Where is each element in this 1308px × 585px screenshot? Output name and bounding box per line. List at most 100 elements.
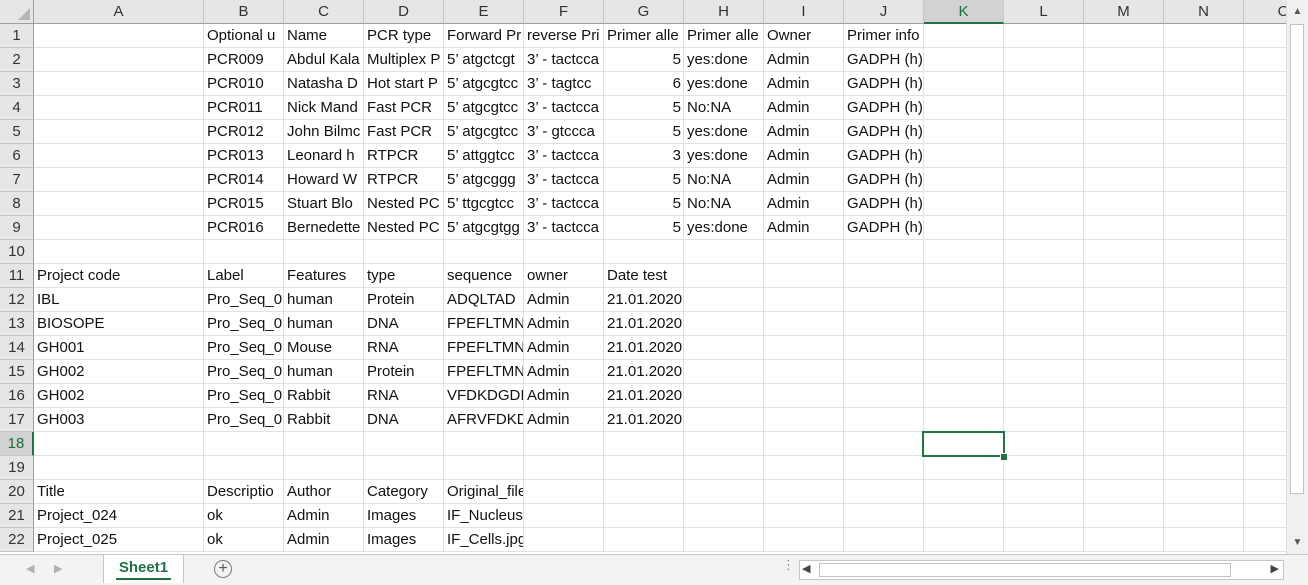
cell-b20[interactable]: Descriptio	[204, 480, 284, 504]
cell-i7[interactable]: Admin	[764, 168, 844, 192]
cell-h2[interactable]: yes:done	[684, 48, 764, 72]
row-header-4[interactable]: 4	[0, 96, 34, 120]
cell-f4[interactable]: 3’ - tactcca	[524, 96, 604, 120]
cell-g9[interactable]: 5	[604, 216, 684, 240]
row-header-1[interactable]: 1	[0, 24, 34, 48]
cell-d16[interactable]: RNA	[364, 384, 444, 408]
cell-e2[interactable]: 5’ atgctcgt	[444, 48, 524, 72]
cell-f7[interactable]: 3’ - tactcca	[524, 168, 604, 192]
cell-b13[interactable]: Pro_Seq_0	[204, 312, 284, 336]
row-header-16[interactable]: 16	[0, 384, 34, 408]
cell-d7[interactable]: RTPCR	[364, 168, 444, 192]
cell-g12[interactable]: 21.01.2020	[604, 288, 684, 312]
cell-g2[interactable]: 5	[604, 48, 684, 72]
cell-b5[interactable]: PCR012	[204, 120, 284, 144]
cell-f3[interactable]: 3’ - tagtcc	[524, 72, 604, 96]
cell-a12[interactable]: IBL	[34, 288, 204, 312]
cell-h1[interactable]: Primer alle	[684, 24, 764, 48]
cell-f8[interactable]: 3’ - tactcca	[524, 192, 604, 216]
cell-i9[interactable]: Admin	[764, 216, 844, 240]
cell-f14[interactable]: Admin	[524, 336, 604, 360]
cell-e21[interactable]: IF_Nucleus.jfif	[444, 504, 524, 528]
cell-h8[interactable]: No:NA	[684, 192, 764, 216]
cell-c12[interactable]: human	[284, 288, 364, 312]
cell-b7[interactable]: PCR014	[204, 168, 284, 192]
row-header-5[interactable]: 5	[0, 120, 34, 144]
cell-i3[interactable]: Admin	[764, 72, 844, 96]
column-header-c[interactable]: C	[284, 0, 364, 24]
row-header-14[interactable]: 14	[0, 336, 34, 360]
cell-e17[interactable]: AFRVFDKD	[444, 408, 524, 432]
cell-i2[interactable]: Admin	[764, 48, 844, 72]
cell-a15[interactable]: GH002	[34, 360, 204, 384]
column-header-j[interactable]: J	[844, 0, 924, 24]
column-header-n[interactable]: N	[1164, 0, 1244, 24]
cell-j1[interactable]: Primer info	[844, 24, 924, 48]
cell-d4[interactable]: Fast PCR	[364, 96, 444, 120]
vertical-scroll-thumb[interactable]	[1290, 24, 1304, 494]
cell-c11[interactable]: Features	[284, 264, 364, 288]
cell-i6[interactable]: Admin	[764, 144, 844, 168]
sheet-tab-sheet1[interactable]: Sheet1	[103, 555, 184, 583]
cell-c15[interactable]: human	[284, 360, 364, 384]
splitter-handle-icon[interactable]: ⋮	[782, 558, 795, 571]
vertical-scrollbar[interactable]: ▲ ▼	[1286, 0, 1308, 554]
cell-b9[interactable]: PCR016	[204, 216, 284, 240]
cell-g11[interactable]: Date test	[604, 264, 684, 288]
cell-e3[interactable]: 5’ atgcgtcc	[444, 72, 524, 96]
cell-a22[interactable]: Project_025	[34, 528, 204, 552]
row-header-7[interactable]: 7	[0, 168, 34, 192]
cell-c5[interactable]: John Bilmc	[284, 120, 364, 144]
cell-f9[interactable]: 3’ - tactcca	[524, 216, 604, 240]
cell-c1[interactable]: Name	[284, 24, 364, 48]
column-header-f[interactable]: F	[524, 0, 604, 24]
column-header-l[interactable]: L	[1004, 0, 1084, 24]
cell-d6[interactable]: RTPCR	[364, 144, 444, 168]
cell-f11[interactable]: owner	[524, 264, 604, 288]
cell-c14[interactable]: Mouse	[284, 336, 364, 360]
column-header-e[interactable]: E	[444, 0, 524, 24]
cell-d14[interactable]: RNA	[364, 336, 444, 360]
cell-d8[interactable]: Nested PC	[364, 192, 444, 216]
cell-d11[interactable]: type	[364, 264, 444, 288]
cell-a14[interactable]: GH001	[34, 336, 204, 360]
cell-d20[interactable]: Category	[364, 480, 444, 504]
row-header-22[interactable]: 22	[0, 528, 34, 552]
column-header-h[interactable]: H	[684, 0, 764, 24]
cell-i1[interactable]: Owner	[764, 24, 844, 48]
cell-b12[interactable]: Pro_Seq_0	[204, 288, 284, 312]
cell-g16[interactable]: 21.01.2020	[604, 384, 684, 408]
column-header-m[interactable]: M	[1084, 0, 1164, 24]
cell-g4[interactable]: 5	[604, 96, 684, 120]
cell-g5[interactable]: 5	[604, 120, 684, 144]
scroll-right-icon[interactable]: ▶	[1271, 562, 1279, 575]
cell-d1[interactable]: PCR type	[364, 24, 444, 48]
cell-a21[interactable]: Project_024	[34, 504, 204, 528]
scroll-down-icon[interactable]: ▼	[1290, 535, 1305, 550]
cell-j5[interactable]: GADPH (h)	[844, 120, 924, 144]
add-sheet-button[interactable]: +	[214, 560, 232, 578]
cell-g7[interactable]: 5	[604, 168, 684, 192]
cell-i4[interactable]: Admin	[764, 96, 844, 120]
cell-g15[interactable]: 21.01.2020	[604, 360, 684, 384]
cell-e12[interactable]: ADQLTAD	[444, 288, 524, 312]
row-header-13[interactable]: 13	[0, 312, 34, 336]
cell-e20[interactable]: Original_file_name	[444, 480, 524, 504]
cell-d12[interactable]: Protein	[364, 288, 444, 312]
cell-b8[interactable]: PCR015	[204, 192, 284, 216]
cell-j4[interactable]: GADPH (h)	[844, 96, 924, 120]
cell-b17[interactable]: Pro_Seq_0	[204, 408, 284, 432]
cell-c9[interactable]: Bernedette	[284, 216, 364, 240]
cell-i8[interactable]: Admin	[764, 192, 844, 216]
cell-e16[interactable]: VFDKDGDI	[444, 384, 524, 408]
cell-h7[interactable]: No:NA	[684, 168, 764, 192]
cell-h6[interactable]: yes:done	[684, 144, 764, 168]
cell-f5[interactable]: 3’ - gtccca	[524, 120, 604, 144]
cell-c21[interactable]: Admin	[284, 504, 364, 528]
cell-g8[interactable]: 5	[604, 192, 684, 216]
row-header-9[interactable]: 9	[0, 216, 34, 240]
row-header-19[interactable]: 19	[0, 456, 34, 480]
horizontal-scroll-thumb[interactable]	[819, 563, 1231, 577]
cell-g14[interactable]: 21.01.2020	[604, 336, 684, 360]
cell-f17[interactable]: Admin	[524, 408, 604, 432]
